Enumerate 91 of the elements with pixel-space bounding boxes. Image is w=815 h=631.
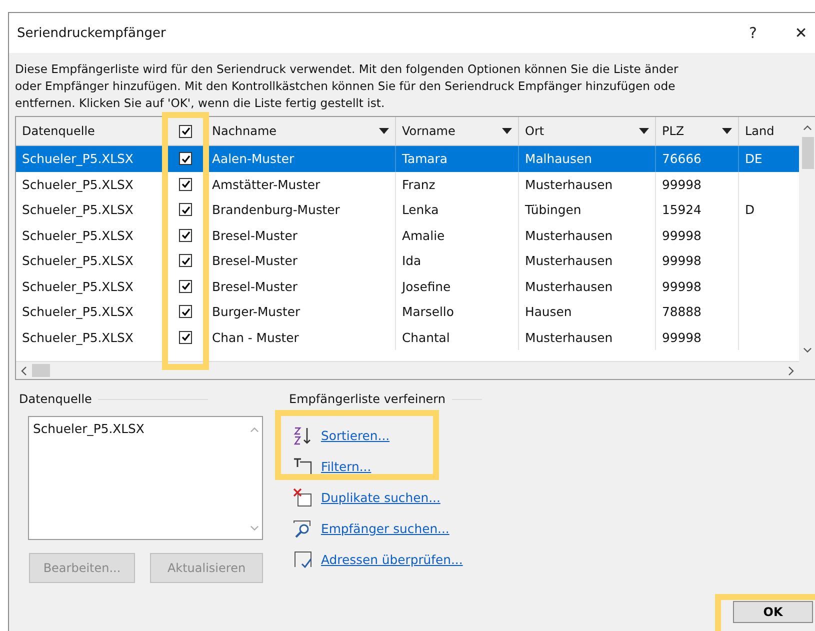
row-checkbox[interactable] [179, 228, 192, 242]
scroll-right-icon[interactable] [788, 366, 794, 376]
table-cell: Malhausen [525, 151, 592, 166]
table-cell: DE [745, 151, 762, 166]
table-cell: Chantal [402, 330, 450, 345]
datasource-list[interactable]: Schueler_P5.XLSX [28, 416, 263, 540]
scroll-down-icon[interactable] [803, 347, 812, 353]
close-button[interactable]: ✕ [777, 15, 815, 51]
row-checkbox[interactable] [179, 254, 192, 268]
row-checkbox[interactable] [179, 305, 192, 318]
list-item[interactable]: Schueler_P5.XLSX [33, 421, 258, 436]
table-cell: Bresel-Muster [212, 253, 298, 268]
column-header[interactable]: Land [745, 124, 774, 138]
group-label: Datenquelle [19, 392, 92, 406]
instruction-text: entfernen. Klicken Sie auf 'OK', wenn die Liste fertig gestellt ist. [15, 95, 386, 112]
table-cell: Schueler_P5.XLSX [22, 330, 134, 345]
column-header[interactable]: Nachname [212, 124, 277, 138]
link[interactable]: Sortieren... [321, 428, 390, 443]
ok-button[interactable]: OK [733, 601, 813, 623]
sort-icon [293, 426, 313, 446]
row-checkbox[interactable] [179, 178, 192, 191]
table-cell: Brandenburg-Muster [212, 202, 340, 218]
table-cell: Amalie [402, 228, 445, 243]
table-cell: Aalen-Muster [212, 151, 294, 166]
table-cell: Musterhausen [525, 278, 613, 294]
row-checkbox[interactable] [179, 203, 192, 216]
table-cell: Chan - Muster [212, 330, 299, 345]
table-cell: Tübingen [525, 202, 582, 218]
filter-icon [293, 456, 313, 476]
validate-icon [293, 550, 313, 570]
table-cell: 99998 [662, 253, 702, 268]
scrollbar-thumb[interactable] [32, 364, 50, 377]
search-icon [293, 518, 313, 538]
table-cell: Josefine [402, 278, 451, 294]
table-cell: Hausen [525, 304, 572, 320]
column-header[interactable]: Datenquelle [22, 124, 95, 138]
link[interactable]: Filtern... [321, 459, 372, 474]
dropdown-arrow-icon[interactable] [722, 128, 732, 134]
table-cell: 99998 [662, 176, 702, 192]
table-row[interactable]: Schueler_P5.XLSX Aalen-Muster Tamara Malhausen 76666 DE [16, 146, 799, 172]
table-cell: Burger-Muster [212, 304, 300, 320]
table-cell: Schueler_P5.XLSX [22, 202, 134, 218]
table-cell: 99998 [662, 330, 702, 345]
link[interactable]: Adressen überprüfen... [321, 552, 463, 567]
select-all-checkbox[interactable] [179, 124, 192, 138]
table-cell: Musterhausen [525, 176, 613, 192]
table-cell: 78888 [662, 304, 702, 320]
dropdown-arrow-icon[interactable] [639, 128, 649, 134]
instruction-text: oder Empfänger hinzufügen. Mit den Kontrollkästchen können Sie für den Seriendruck Empfänger hinzufügen ode [15, 78, 676, 95]
table-cell: Musterhausen [525, 253, 613, 268]
row-checkbox[interactable] [179, 152, 192, 166]
dropdown-arrow-icon[interactable] [379, 128, 389, 134]
table-cell: Musterhausen [525, 228, 613, 243]
table-cell: Amstätter-Muster [212, 176, 320, 192]
column-header[interactable]: Ort [525, 124, 544, 138]
scroll-left-icon[interactable] [21, 366, 27, 376]
group-label: Empfängerliste verfeinern [289, 392, 446, 406]
table-cell: Schueler_P5.XLSX [22, 253, 134, 268]
table-cell: 99998 [662, 228, 702, 243]
help-button[interactable]: ? [729, 15, 777, 51]
row-checkbox[interactable] [179, 280, 192, 293]
table-cell: Bresel-Muster [212, 278, 298, 294]
table-cell: D [745, 202, 755, 218]
vertical-scrollbar[interactable] [799, 117, 815, 379]
link[interactable]: Empfänger suchen... [321, 521, 450, 536]
window-title: Seriendruckempfänger [17, 26, 167, 40]
table-cell: 76666 [662, 151, 702, 166]
table-cell: Schueler_P5.XLSX [22, 176, 134, 192]
horizontal-scrollbar[interactable] [16, 361, 799, 379]
column-header[interactable]: PLZ [662, 124, 684, 138]
table-cell: Marsello [402, 304, 454, 320]
row-checkbox[interactable] [179, 330, 192, 344]
table-cell: Schueler_P5.XLSX [22, 151, 134, 166]
dropdown-arrow-icon[interactable] [502, 128, 512, 134]
table-cell: 15924 [662, 202, 702, 218]
table-cell: 99998 [662, 278, 702, 294]
table-cell: Ida [402, 253, 422, 268]
table-cell: Tamara [402, 151, 448, 166]
table-cell: Musterhausen [525, 330, 613, 345]
duplicate-icon [293, 488, 313, 508]
scrollbar-thumb[interactable] [802, 137, 814, 169]
link[interactable]: Duplikate suchen... [321, 490, 440, 505]
table-cell: Schueler_P5.XLSX [22, 228, 134, 243]
scroll-up-icon[interactable] [803, 125, 812, 131]
column-header[interactable]: Vorname [402, 124, 456, 138]
table-cell: Schueler_P5.XLSX [22, 304, 134, 320]
table-cell: Bresel-Muster [212, 228, 298, 243]
table-cell: Schueler_P5.XLSX [22, 278, 134, 294]
table-cell: Franz [402, 176, 436, 192]
table-cell: Lenka [402, 202, 439, 218]
instruction-text: Diese Empfängerliste wird für den Seriendruck verwendet. Mit den folgenden Optionen können Sie die Liste änder [15, 61, 680, 78]
